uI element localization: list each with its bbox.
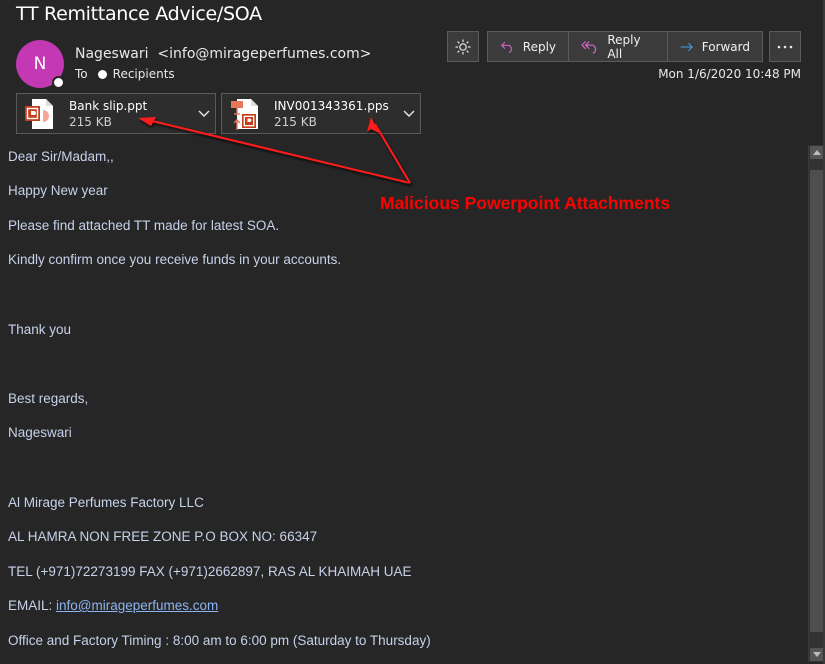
- email-label: EMAIL:: [8, 598, 57, 613]
- reply-icon: [500, 41, 512, 53]
- theme-toggle-button[interactable]: [447, 31, 479, 62]
- to-label: To: [75, 67, 88, 81]
- attachment-item[interactable]: Bank slip.ppt 215 KB: [16, 93, 216, 134]
- body-line: Dear Sir/Madam,,: [8, 149, 114, 164]
- annotation-label: Malicious Powerpoint Attachments: [380, 193, 671, 213]
- powerpoint-file-icon: [23, 96, 59, 132]
- recipient-status-icon: [97, 69, 107, 79]
- reply-all-button[interactable]: Reply All: [569, 32, 668, 61]
- reply-button[interactable]: Reply: [488, 32, 569, 61]
- body-line: Please find attached TT made for latest …: [8, 218, 280, 233]
- powerpoint-show-file-icon: [228, 96, 264, 132]
- attachment-name: INV001343361.pps: [274, 98, 389, 113]
- attachment-size: 215 KB: [69, 114, 112, 129]
- more-actions-button[interactable]: [769, 31, 801, 62]
- scroll-down-button[interactable]: [810, 648, 823, 661]
- forward-label: Forward: [701, 39, 750, 54]
- scroll-up-button[interactable]: [810, 146, 823, 159]
- reply-actions-group: Reply Reply All Forward: [487, 31, 763, 62]
- attachment-item[interactable]: INV001343361.pps 215 KB: [221, 93, 421, 134]
- reply-label: Reply: [522, 39, 556, 54]
- reply-all-icon: [581, 40, 597, 54]
- triangle-down-icon: [812, 652, 821, 657]
- received-date: Mon 1/6/2020 10:48 PM: [658, 67, 801, 81]
- more-icon: [777, 45, 793, 48]
- email-subject: TT Remittance Advice/SOA: [16, 3, 262, 25]
- sun-icon: [455, 39, 471, 54]
- body-line: TEL (+971)72273199 FAX (+971)2662897, RA…: [8, 564, 412, 579]
- recipients-line: To Recipients: [75, 67, 175, 81]
- vertical-scrollbar[interactable]: [808, 145, 823, 662]
- body-line: AL HAMRA NON FREE ZONE P.O BOX NO: 66347: [8, 529, 318, 544]
- forward-button[interactable]: Forward: [668, 32, 762, 61]
- scrollbar-thumb[interactable]: [810, 170, 823, 632]
- body-line: Thank you: [8, 322, 72, 337]
- attachment-menu-button[interactable]: [193, 110, 215, 118]
- attachment-name: Bank slip.ppt: [69, 98, 148, 113]
- chevron-down-icon: [403, 110, 415, 117]
- chevron-down-icon: [198, 110, 210, 117]
- body-line: Nageswari: [8, 425, 72, 440]
- triangle-up-icon: [812, 150, 821, 155]
- sender-name[interactable]: Nageswari <info@mirageperfumes.com>: [75, 46, 371, 62]
- avatar-initial: N: [33, 54, 47, 74]
- body-line: Office and Factory Timing : 8:00 am to 6…: [8, 633, 431, 648]
- body-line: Happy New year: [8, 183, 108, 198]
- recipients-link[interactable]: Recipients: [113, 67, 175, 81]
- forward-arrow-icon: [680, 42, 693, 51]
- presence-status-icon: [52, 76, 65, 89]
- email-line: EMAIL: info@mirageperfumes.com: [8, 598, 218, 613]
- attachment-size: 215 KB: [274, 114, 317, 129]
- body-line: Kindly confirm once you receive funds in…: [8, 252, 342, 267]
- body-line: Al Mirage Perfumes Factory LLC: [8, 495, 204, 510]
- email-link[interactable]: info@mirageperfumes.com: [56, 598, 218, 613]
- attachment-menu-button[interactable]: [398, 110, 420, 118]
- body-line: Best regards,: [8, 391, 89, 406]
- reply-all-label: Reply All: [607, 32, 641, 61]
